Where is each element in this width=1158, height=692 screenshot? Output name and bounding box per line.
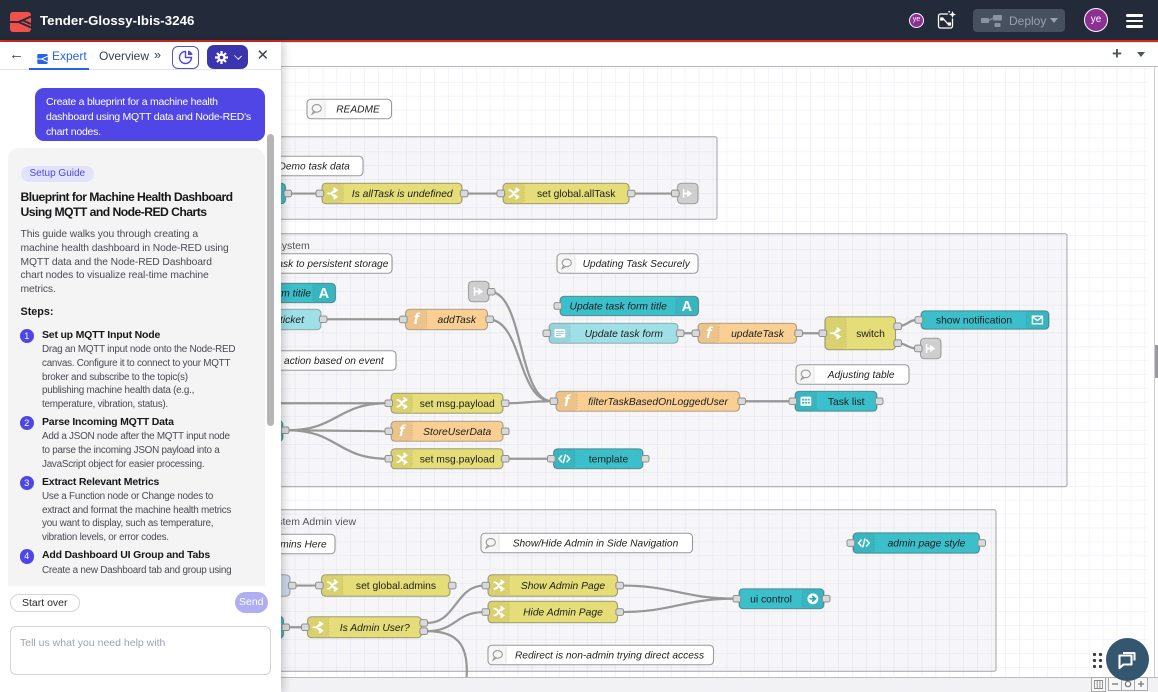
svg-text:show notification: show notification <box>936 315 1012 326</box>
svg-text:Task list: Task list <box>828 396 865 407</box>
svg-text:Save task to persistent storag: Save task to persistent storage <box>281 259 389 270</box>
svg-text:Set Admins Here: Set Admins Here <box>281 539 327 550</box>
svg-text:set global.allTask: set global.allTask <box>537 189 616 200</box>
svg-text:set msg.payload: set msg.payload <box>420 454 495 465</box>
svg-text:A: A <box>319 285 330 301</box>
svg-text:switch: switch <box>856 328 885 339</box>
svg-text:ui control: ui control <box>750 594 792 605</box>
svg-text:Update task form title: Update task form title <box>570 301 668 312</box>
svg-text:Show Admin Page: Show Admin Page <box>521 581 606 592</box>
svg-text:A: A <box>682 298 693 314</box>
svg-text:Redirect is non-admin trying d: Redirect is non-admin trying direct acce… <box>515 650 704 661</box>
svg-text:Demo task data: Demo task data <box>281 161 350 172</box>
svg-text:updateTask: updateTask <box>731 328 785 339</box>
svg-text:Show/Hide Admin in Side Naviga: Show/Hide Admin in Side Navigation <box>513 538 679 549</box>
svg-text:addTask: addTask <box>438 315 477 326</box>
svg-text:Update ticket: Update ticket <box>281 315 305 326</box>
svg-text:admin page style: admin page style <box>888 538 966 549</box>
svg-text:filterTaskBasedOnLoggedUser: filterTaskBasedOnLoggedUser <box>588 396 728 407</box>
svg-text:set global.admins: set global.admins <box>356 581 436 592</box>
svg-text:Adjusting table: Adjusting table <box>827 370 895 381</box>
svg-text:Is Admin User?: Is Admin User? <box>340 622 410 633</box>
svg-text:Take action based on event: Take action based on event <box>281 356 385 367</box>
svg-text:Updating Task Securely: Updating Task Securely <box>583 259 691 270</box>
svg-text:Is allTask is undefined: Is allTask is undefined <box>352 189 453 200</box>
svg-text:Update task form titile: Update task form titile <box>281 288 311 299</box>
svg-text:Update task form: Update task form <box>585 328 664 339</box>
svg-text:set msg.payload: set msg.payload <box>420 398 495 409</box>
svg-text:Hide Admin Page: Hide Admin Page <box>523 607 603 618</box>
svg-text:StoreUserData: StoreUserData <box>423 426 491 437</box>
svg-text:README: README <box>336 104 380 115</box>
svg-text:template: template <box>589 454 629 465</box>
svg-text:Task Management System: Task Management System <box>281 239 310 251</box>
svg-text:System Admin view: System Admin view <box>281 515 356 527</box>
